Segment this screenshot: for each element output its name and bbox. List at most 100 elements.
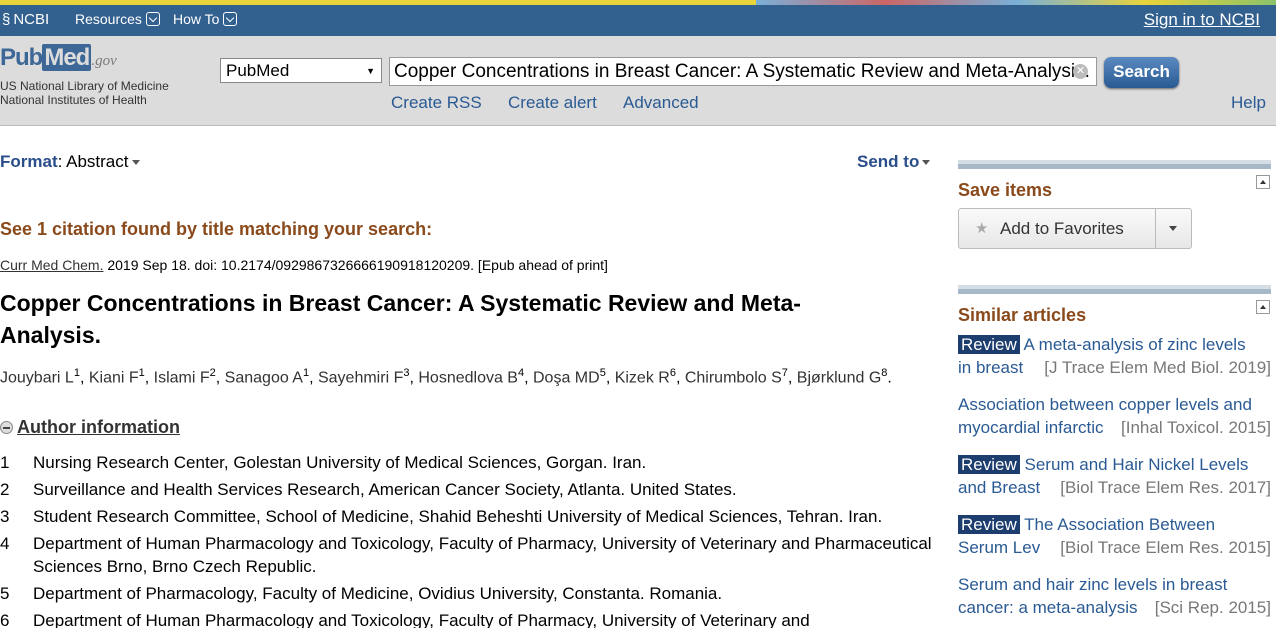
author-affiliation-number: 1 [73, 367, 80, 379]
affiliation-number: 2 [0, 480, 10, 499]
clear-search-icon[interactable]: ✕ [1073, 64, 1088, 79]
send-to-menu[interactable]: Send to [857, 152, 931, 172]
similar-article-title-cont[interactable]: cancer: a meta-analysis [958, 596, 1138, 619]
resources-menu[interactable]: Resources [75, 11, 160, 27]
author-link[interactable]: Chirumbolo S [685, 369, 782, 386]
affiliation-number: 4 [0, 534, 10, 553]
similar-article-title[interactable]: Association between copper levels and [958, 395, 1252, 414]
similar-article-title-cont[interactable]: Serum Lev [958, 536, 1040, 559]
ncbi-logo-text: NCBI [13, 11, 50, 28]
similar-article-line1: Serum and hair zinc levels in breast [958, 573, 1271, 596]
similar-article-title[interactable]: The Association Between [1024, 515, 1215, 534]
help-link[interactable]: Help [1231, 93, 1266, 113]
author-information-toggle[interactable]: Author information [0, 417, 180, 438]
save-items-title: Save items [958, 180, 1053, 200]
similar-article-title[interactable]: Serum and hair zinc levels in breast [958, 575, 1227, 594]
author-link[interactable]: Kiani F [89, 369, 139, 386]
affiliation-item: 6 Department of Human Pharmacology and To… [0, 609, 935, 628]
similar-article-source: [Sci Rep. 2015] [1154, 598, 1271, 617]
author-affiliation-number: 6 [669, 367, 676, 379]
affiliation-text: Department of Human Pharmacology and Tox… [33, 534, 932, 576]
chevron-down-icon [223, 12, 238, 26]
similar-article-item[interactable]: Association between copper levels and myo… [958, 393, 1271, 439]
author-information-label: Author information [17, 417, 180, 437]
author-link[interactable]: Sayehmiri F [318, 369, 403, 386]
author-affiliation-number: 2 [209, 367, 216, 379]
affiliation-item: 1 Nursing Research Center, Golestan Unive… [0, 451, 935, 474]
journal-citation: Curr Med Chem. 2019 Sep 18. doi: 10.2174… [0, 257, 608, 273]
logo-gov: .gov [91, 53, 117, 69]
collapse-toggle-icon[interactable] [1256, 175, 1270, 189]
pubmed-logo[interactable]: PubMed .gov [0, 44, 117, 72]
ncbi-top-bar: § NCBI Resources How To Sign in to NCBI [0, 0, 1276, 36]
search-header: PubMed .gov US National Library of Medici… [0, 36, 1276, 126]
similar-article-item[interactable]: Review Serum and Hair Nickel Levels and B… [958, 453, 1271, 499]
resources-label: Resources [75, 11, 142, 27]
similar-article-title[interactable]: Serum and Hair Nickel Levels [1024, 455, 1248, 474]
affiliation-text: Department of Human Pharmacology and Tox… [33, 611, 810, 628]
sign-in-link[interactable]: Sign in to NCBI [1144, 10, 1260, 30]
create-alert-link[interactable]: Create alert [508, 93, 597, 113]
similar-article-item[interactable]: Serum and hair zinc levels in breast canc… [958, 573, 1271, 619]
affiliation-item: 5 Department of Pharmacology, Faculty of … [0, 582, 935, 605]
advanced-link[interactable]: Advanced [623, 93, 699, 113]
similar-article-title[interactable]: A meta-analysis of zinc levels [1024, 335, 1246, 354]
caret-down-icon [922, 160, 931, 166]
similar-article-line2: cancer: a meta-analysis [Sci Rep. 2015] [958, 596, 1271, 619]
affiliation-item: 3 Student Research Committee, School of M… [0, 505, 935, 528]
similar-article-line1: Review A meta-analysis of zinc levels [958, 333, 1271, 356]
affiliation-text: Nursing Research Center, Golestan Univer… [33, 453, 647, 472]
logo-med: Med [42, 44, 92, 71]
affiliation-number: 1 [0, 453, 10, 472]
author-link[interactable]: Bjørklund G [797, 369, 881, 386]
author-link[interactable]: Jouybari L [0, 369, 74, 386]
similar-article-title-cont[interactable]: and Breast [958, 476, 1040, 499]
similar-article-source: [Biol Trace Elem Res. 2015] [1060, 538, 1271, 557]
database-select[interactable]: PubMed ▼ [220, 58, 382, 83]
format-value: : Abstract [57, 152, 129, 171]
ncbi-logo[interactable]: § NCBI [2, 11, 49, 28]
citation-found-message: See 1 citation found by title matching y… [0, 219, 433, 239]
add-to-favorites-button[interactable]: ★ Add to Favorites [958, 208, 1192, 249]
create-rss-link[interactable]: Create RSS [391, 93, 482, 113]
author-link[interactable]: Kizek R [615, 369, 670, 386]
author-link[interactable]: Doşa MD [533, 369, 600, 386]
similar-article-item[interactable]: Review The Association Between Serum Lev [… [958, 513, 1271, 559]
affiliation-number: 5 [0, 584, 10, 603]
similar-article-line2: in breast [J Trace Elem Med Biol. 2019] [958, 356, 1271, 379]
affiliation-list: 1 Nursing Research Center, Golestan Unive… [0, 451, 935, 628]
review-badge: Review [958, 455, 1020, 474]
button-divider [1155, 209, 1156, 248]
similar-article-source: [Biol Trace Elem Res. 2017] [1060, 478, 1271, 497]
caret-down-icon [131, 160, 140, 166]
similar-article-title-cont[interactable]: myocardial infarctic [958, 416, 1104, 439]
logo-pub: Pub [0, 44, 43, 71]
search-button[interactable]: Search [1104, 57, 1179, 88]
author-link[interactable]: Sanagoo A [225, 369, 303, 386]
save-items-section: Save items ★ Add to Favorites [958, 160, 1271, 249]
chevron-down-icon [145, 12, 160, 26]
affiliation-item: 2 Surveillance and Health Services Resear… [0, 478, 935, 501]
author-link[interactable]: Hosnedlova B [418, 369, 518, 386]
similar-article-title-cont[interactable]: in breast [958, 356, 1023, 379]
similar-article-source: [Inhal Toxicol. 2015] [1121, 418, 1271, 437]
author-list: Jouybari L1, Kiani F1, Islami F2, Sanago… [0, 367, 892, 387]
author-link[interactable]: Islami F [154, 369, 210, 386]
similar-article-line2: and Breast [Biol Trace Elem Res. 2017] [958, 476, 1271, 499]
affiliation-item: 4 Department of Human Pharmacology and To… [0, 532, 935, 578]
ncbi-swirl-icon: § [2, 11, 11, 28]
dropdown-caret-icon[interactable] [1169, 226, 1177, 231]
collapse-toggle-icon[interactable] [1256, 300, 1270, 314]
similar-article-item[interactable]: Review A meta-analysis of zinc levels in … [958, 333, 1271, 379]
journal-link[interactable]: Curr Med Chem. [0, 257, 103, 273]
affiliation-number: 3 [0, 507, 10, 526]
format-selector[interactable]: Format: Abstract [0, 152, 140, 172]
pubmed-wordmark: PubMed [0, 44, 92, 71]
collapse-minus-icon [0, 421, 13, 434]
howto-menu[interactable]: How To [173, 11, 238, 27]
similar-article-source: [J Trace Elem Med Biol. 2019] [1044, 358, 1271, 377]
affiliation-text: Student Research Committee, School of Me… [33, 507, 883, 526]
section-divider [958, 160, 1271, 169]
review-badge: Review [958, 515, 1020, 534]
search-input[interactable]: Copper Concentrations in Breast Cancer: … [389, 57, 1097, 86]
